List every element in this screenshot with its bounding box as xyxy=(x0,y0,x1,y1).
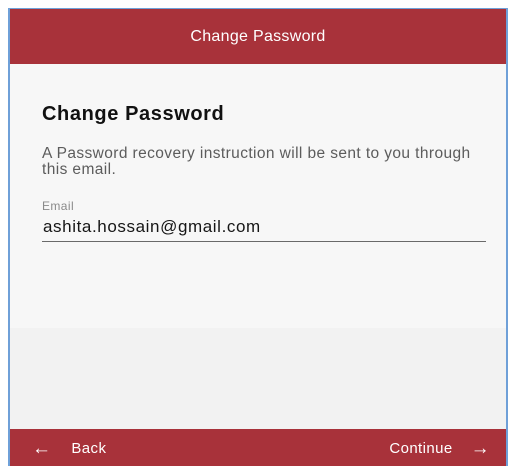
continue-button[interactable]: Continue → xyxy=(389,429,490,466)
arrow-right-icon: → xyxy=(470,437,490,459)
empty-area xyxy=(10,328,506,429)
arrow-left-icon: ← xyxy=(32,437,52,459)
back-button-label: Back xyxy=(71,439,107,457)
app-bar-title: Change Password xyxy=(190,27,326,45)
email-input[interactable] xyxy=(42,217,486,242)
bottom-navigation: ← Back Continue → xyxy=(10,429,506,466)
email-label: Email xyxy=(42,199,75,213)
app-screen: Change Password Change Password A Passwo… xyxy=(8,8,508,466)
continue-button-label: Continue xyxy=(389,439,453,457)
instruction-text: A Password recovery instruction will be … xyxy=(42,145,471,178)
back-button[interactable]: ← Back xyxy=(32,429,106,466)
change-password-form: Change Password A Password recovery inst… xyxy=(10,64,506,328)
page-title: Change Password xyxy=(42,103,225,125)
email-field: Email xyxy=(42,199,486,242)
app-bar: Change Password xyxy=(10,9,506,64)
